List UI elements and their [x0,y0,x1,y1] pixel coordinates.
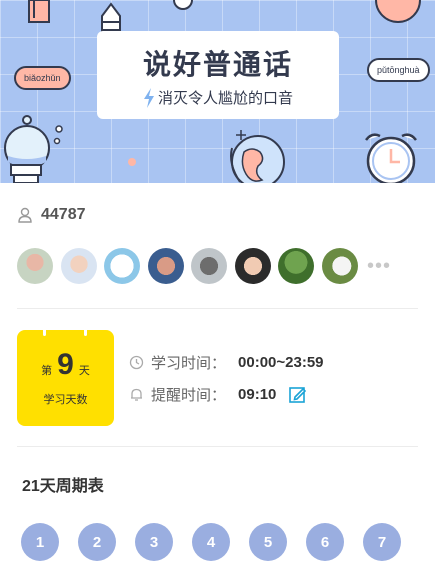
banner-subtitle-row: 消灭令人尴尬的口音 [97,87,339,108]
study-time-row: 学习时间： 00:00~23:59 [129,352,324,373]
divider [17,446,418,447]
bell-icon [131,388,142,401]
sparkle-icon [236,130,246,140]
avatar[interactable] [104,248,140,284]
day-prefix: 第 [41,365,53,377]
day-6-button[interactable]: 6 [306,523,344,561]
avatar[interactable] [278,248,314,284]
participant-avatars: ••• [17,248,391,284]
bubble-dots-icon [53,125,63,145]
avatar[interactable] [17,248,53,284]
avatar[interactable] [321,248,358,284]
banner-subtitle: 消灭令人尴尬的口音 [157,90,293,107]
peach-ball-icon [375,0,421,23]
study-days-label: 学习天数 [43,394,88,406]
participant-count-number: 44787 [41,206,86,223]
divider [17,308,418,309]
edit-icon[interactable] [289,386,307,403]
reminder-time-value: 09:10 [238,386,277,403]
pencil-icon [28,0,50,23]
clock-icon [129,355,144,370]
lightning-icon [143,87,154,108]
globe-icon [230,135,285,183]
schedule-days: 1 2 3 4 5 6 7 [21,523,401,561]
day-5-button[interactable]: 5 [249,523,287,561]
day-1-button[interactable]: 1 [21,523,59,561]
schedule-title: 21天周期表 [22,478,104,495]
pinyin-bubble-left-text: biǎozhǔn [24,73,61,83]
pinyin-bubble-right-text: pǔtōnghuà [377,65,420,75]
promo-banner[interactable]: biǎozhǔn pǔtōnghuà 说好普通话 消灭令人尴尬的口音 [0,0,435,183]
dot-icon [128,158,136,166]
flask-icon [4,115,50,183]
alarm-clock-icon [365,133,417,183]
calendar-ring [43,326,46,336]
reminder-time-label: 提醒时间： [151,387,227,404]
day-2-button[interactable]: 2 [78,523,116,561]
day-number: 9 [57,348,74,381]
pinyin-bubble-right: pǔtōnghuà [367,58,430,82]
participant-count: 44787 [17,206,86,224]
day-4-button[interactable]: 4 [192,523,230,561]
avatar[interactable] [60,248,97,284]
banner-title: 说好普通话 [142,49,293,80]
day-7-button[interactable]: 7 [363,523,401,561]
user-icon [18,207,32,223]
ornament-icon [173,0,193,10]
study-time-label: 学习时间： [151,355,227,372]
study-days-calendar: 第 9 天 学习天数 [17,326,114,426]
calendar-ring [84,326,87,336]
day-3-button[interactable]: 3 [135,523,173,561]
avatar[interactable] [234,248,271,284]
more-avatars-button[interactable]: ••• [367,256,391,276]
avatar[interactable] [191,248,227,284]
day-suffix: 天 [78,365,90,377]
pinyin-bubble-left: biǎozhǔn [14,66,71,90]
study-time-value: 00:00~23:59 [238,354,324,371]
reminder-time-row: 提醒时间： 09:10 [129,384,307,405]
avatar[interactable] [147,248,184,284]
banner-title-card: 说好普通话 消灭令人尴尬的口音 [97,31,339,119]
day-count-line: 第 9 天 [17,348,114,382]
